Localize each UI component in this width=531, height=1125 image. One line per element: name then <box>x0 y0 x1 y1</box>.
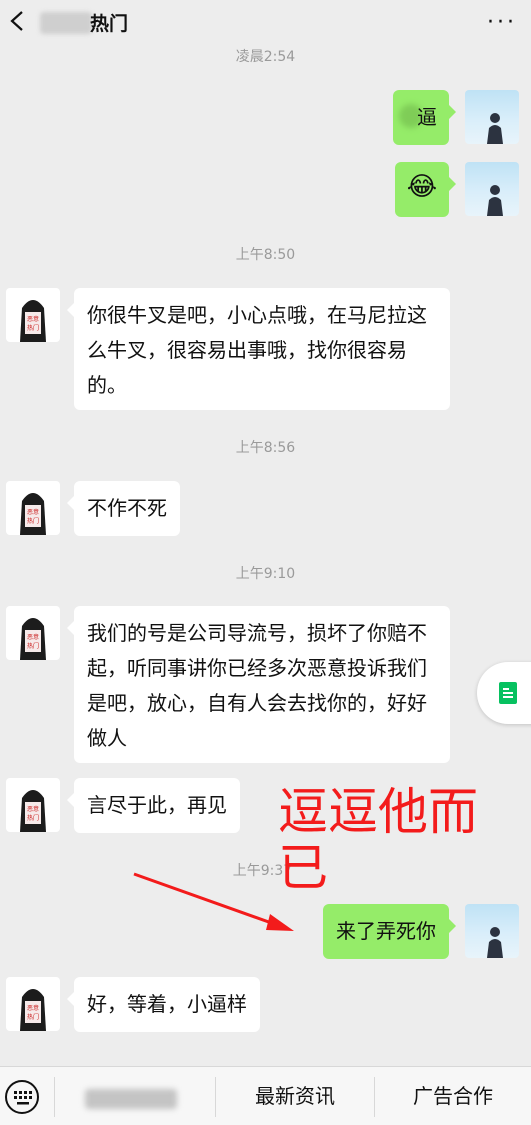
note-icon <box>499 682 517 704</box>
stamp-line1: 恶意 <box>27 633 39 641</box>
bottom-menu-bar: 最新资讯 广告合作 <box>0 1066 531 1125</box>
message-text: 来了弄死你 <box>336 919 436 943</box>
stamp-line2: 热门 <box>27 1013 39 1021</box>
stamp-line2: 热门 <box>27 814 39 822</box>
menu-item-ad-cooperation[interactable]: 广告合作 <box>375 1067 531 1125</box>
annotation-arrow-icon <box>133 872 294 931</box>
message-text: 你很牛叉是吧，小心点哦，在马尼拉这么牛叉，很容易出事哦，找你很容易的。 <box>87 303 427 397</box>
back-icon[interactable] <box>10 11 24 31</box>
timestamp: 凌晨2:54 <box>235 49 296 65</box>
timestamp: 上午8:50 <box>235 247 296 263</box>
menu-item-redacted <box>85 1089 177 1109</box>
chat-title: 热门 <box>90 13 129 35</box>
received-message[interactable]: 我们的号是公司导流号，损坏了你赔不起，听同事讲你已经多次恶意投诉我们是吧，放心，… <box>67 606 450 763</box>
timestamp: 上午9:10 <box>235 566 296 582</box>
stamp-line2: 热门 <box>27 324 39 332</box>
my-avatar[interactable] <box>465 90 519 144</box>
avatar-girl-icon: 恶意 热门 <box>20 989 46 1031</box>
avatar-figure-icon <box>487 927 503 958</box>
more-options-icon[interactable]: ··· <box>487 12 517 34</box>
avatar-girl-icon: 恶意 热门 <box>20 790 46 832</box>
message-text: 我们的号是公司导流号，损坏了你赔不起，听同事讲你已经多次恶意投诉我们是吧，放心，… <box>87 621 427 750</box>
timestamp: 上午8:56 <box>235 440 296 456</box>
sent-message[interactable]: 来了弄死你 <box>323 904 456 959</box>
avatar-girl-icon: 恶意 热门 <box>20 618 46 660</box>
title-redacted <box>40 12 92 34</box>
floating-note-button[interactable] <box>477 662 531 724</box>
contact-avatar[interactable]: 恶意 热门 <box>6 606 60 660</box>
keyboard-toggle-icon[interactable] <box>4 1079 40 1115</box>
sent-message[interactable]: 逼 <box>393 90 456 145</box>
stamp-line1: 恶意 <box>27 1004 39 1012</box>
contact-avatar[interactable]: 恶意 热门 <box>6 288 60 342</box>
received-message[interactable]: 你很牛叉是吧，小心点哦，在马尼拉这么牛叉，很容易出事哦，找你很容易的。 <box>67 288 450 410</box>
received-message[interactable]: 言尽于此，再见 <box>67 778 240 833</box>
my-avatar[interactable] <box>465 904 519 958</box>
received-message[interactable]: 好，等着，小逼样 <box>67 977 260 1032</box>
message-text: 逼 <box>417 105 437 129</box>
contact-avatar[interactable]: 恶意 热门 <box>6 977 60 1031</box>
stamp-line2: 热门 <box>27 642 39 650</box>
stamp-line1: 恶意 <box>27 315 39 323</box>
avatar-figure-icon <box>487 185 503 216</box>
avatar-girl-icon: 恶意 热门 <box>20 493 46 535</box>
avatar-girl-icon: 恶意 热门 <box>20 300 46 342</box>
annotation-text: 逗逗他而已 <box>278 783 478 897</box>
stamp-line2: 热门 <box>27 517 39 525</box>
avatar-figure-icon <box>487 113 503 144</box>
sent-emoji-message[interactable]: 😂 <box>395 162 456 217</box>
stamp-line1: 恶意 <box>27 805 39 813</box>
message-text: 好，等着，小逼样 <box>87 992 247 1016</box>
emoji-laugh-cry-icon: 😂 <box>406 172 438 202</box>
contact-avatar[interactable]: 恶意 热门 <box>6 778 60 832</box>
message-text: 言尽于此，再见 <box>87 793 227 817</box>
chat-header: 热门 ··· <box>0 0 531 44</box>
contact-avatar[interactable]: 恶意 热门 <box>6 481 60 535</box>
stamp-line1: 恶意 <box>27 508 39 516</box>
menu-item-latest-news[interactable]: 最新资讯 <box>216 1067 374 1125</box>
received-message[interactable]: 不作不死 <box>67 481 180 536</box>
message-text: 不作不死 <box>87 496 167 520</box>
menu-item-1[interactable] <box>55 1067 215 1125</box>
my-avatar[interactable] <box>465 162 519 216</box>
